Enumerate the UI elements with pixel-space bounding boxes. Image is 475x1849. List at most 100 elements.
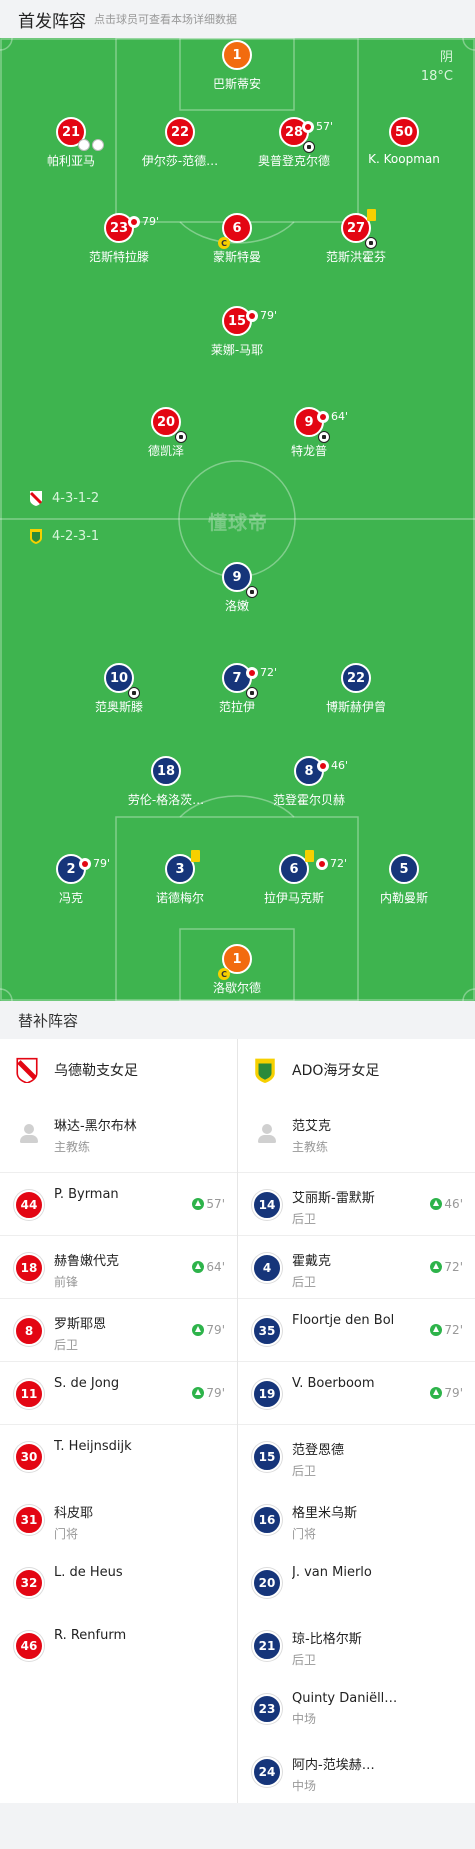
bench-name: 阿内-范埃赫… xyxy=(292,1758,375,1773)
bench-row[interactable]: 32 L. de Heus xyxy=(0,1551,237,1614)
home-player-20[interactable]: 20 德凯泽 xyxy=(104,407,228,459)
home-player-1[interactable]: 1 巴斯蒂安 xyxy=(175,40,299,92)
home-sub-event-9: 64' xyxy=(317,410,348,423)
away-player-5[interactable]: 5 内勒曼斯 xyxy=(342,854,466,906)
bench-position: 前锋 xyxy=(54,1275,79,1289)
away-player-22[interactable]: 22 博斯赫伊曾 xyxy=(294,663,418,715)
away-player-10[interactable]: 10 范奥斯滕 xyxy=(57,663,181,715)
bench-number: 19 xyxy=(252,1379,282,1409)
home-player-27[interactable]: 27 范斯洪霍芬 xyxy=(294,209,418,265)
sub-minute: 57' xyxy=(206,1197,225,1211)
avatar xyxy=(252,1118,282,1148)
bench-row[interactable]: 11 S. de Jong 79' xyxy=(0,1362,237,1425)
home-sub-event-28: 57' xyxy=(302,120,333,133)
sub-on-icon xyxy=(192,1324,205,1336)
away-player-18[interactable]: 18 劳伦-格洛茨… xyxy=(104,756,228,808)
home-player-6[interactable]: 6 C 蒙斯特曼 xyxy=(175,213,299,265)
goal-ball-icon xyxy=(318,431,330,443)
bench-row[interactable]: 4 霍戴克 后卫 72' xyxy=(238,1236,475,1299)
away-formation: 4-2-3-1 xyxy=(28,528,99,544)
bench-row[interactable]: 46 R. Renfurm xyxy=(0,1614,237,1677)
sub-minute: 57' xyxy=(316,120,334,133)
home-player-9[interactable]: 9 特龙普 xyxy=(247,407,371,459)
bench-position: 中场 xyxy=(292,1712,317,1726)
bench-row[interactable]: 23 Quinty Daniëll… 中场 xyxy=(238,1677,475,1740)
sub-off-icon xyxy=(317,759,329,772)
bench-name: Quinty Daniëll… xyxy=(292,1691,398,1706)
lineup-title: 首发阵容 xyxy=(18,11,86,32)
home-player-23[interactable]: 23 范斯特拉滕 xyxy=(57,213,181,265)
home-player-15[interactable]: 15 莱娜-马耶 xyxy=(175,306,299,358)
bench-row[interactable]: 20 J. van Mierlo xyxy=(238,1551,475,1614)
player-number: 1C xyxy=(218,944,252,980)
bench-row[interactable]: 19 V. Boerboom 79' xyxy=(238,1362,475,1425)
injury-icon xyxy=(78,139,90,151)
bench-row[interactable]: 14 艾丽斯-雷默斯 后卫 46' xyxy=(238,1173,475,1236)
bench-row[interactable]: 24 阿内-范埃赫… 中场 xyxy=(238,1740,475,1803)
bench-number: 11 xyxy=(14,1379,44,1409)
away-player-3[interactable]: 3 诺德梅尔 xyxy=(118,850,242,906)
player-name: K. Koopman xyxy=(368,152,440,166)
away-sub-event-2: 79' xyxy=(79,857,110,870)
player-name: 冯克 xyxy=(58,891,83,905)
player-name: 德凯泽 xyxy=(147,444,184,458)
away-player-2[interactable]: 2 冯克 xyxy=(9,854,133,906)
home-player-50[interactable]: 50 K. Koopman xyxy=(342,117,466,166)
away-player-7[interactable]: 7 范拉伊 xyxy=(175,663,299,715)
bench-row[interactable]: 8 罗斯耶恩 后卫 79' xyxy=(0,1299,237,1362)
bench-number: 15 xyxy=(252,1442,282,1472)
bench-number: 20 xyxy=(252,1568,282,1598)
sub-minute: 64' xyxy=(206,1260,225,1274)
player-number: 1 xyxy=(222,40,252,70)
bench-row[interactable]: 44 P. Byrman 57' xyxy=(0,1173,237,1236)
home-coach-row[interactable]: 琳达-黑尔布林 主教练 xyxy=(0,1101,237,1173)
bench-number: 46 xyxy=(14,1631,44,1661)
bench-row[interactable]: 31 科皮耶 门将 xyxy=(0,1488,237,1551)
away-player-8[interactable]: 8 范登霍尔贝赫 xyxy=(247,756,371,808)
bench-position: 后卫 xyxy=(292,1653,317,1667)
sub-minute: 72' xyxy=(444,1260,463,1274)
bench-row[interactable]: 15 范登恩德 后卫 xyxy=(238,1425,475,1488)
player-name: 博斯赫伊曾 xyxy=(325,700,386,714)
bench-number: 24 xyxy=(252,1757,282,1787)
home-player-28[interactable]: 28 奥普登克尔德 xyxy=(232,117,356,169)
player-name: 巴斯蒂安 xyxy=(212,77,261,91)
away-coach-row[interactable]: 范艾克 主教练 xyxy=(238,1101,475,1173)
home-team-header[interactable]: 乌德勒支女足 xyxy=(0,1039,237,1101)
player-name: 洛嫩 xyxy=(224,599,249,613)
yellow-card-icon xyxy=(367,209,376,221)
bench-row[interactable]: 21 琼-比格尔斯 后卫 xyxy=(238,1614,475,1677)
home-player-21[interactable]: 21 帕利亚马 xyxy=(9,117,133,169)
sub-on-icon xyxy=(430,1324,443,1336)
player-name: 帕利亚马 xyxy=(46,154,95,168)
player-name: 拉伊马克斯 xyxy=(263,891,324,905)
sub-off-icon xyxy=(246,666,258,679)
goal-ball-icon xyxy=(303,141,315,153)
away-player-1[interactable]: 1 C 洛歇尔德 xyxy=(175,944,299,996)
bench-row[interactable]: 30 T. Heijnsdijk xyxy=(0,1425,237,1488)
bench-row[interactable]: 16 格里米乌斯 门将 xyxy=(238,1488,475,1551)
sub-minute: 79' xyxy=(260,309,278,322)
bench-name: 琼-比格尔斯 xyxy=(292,1632,362,1647)
sub-off-icon xyxy=(317,410,329,423)
home-sub-event-15: 79' xyxy=(246,309,277,322)
bench-row[interactable]: 18 赫鲁嫩代克 前锋 64' xyxy=(0,1236,237,1299)
bench-row[interactable]: 35 Floortje den Bol 72' xyxy=(238,1299,475,1362)
away-team-header[interactable]: ADO海牙女足 xyxy=(238,1039,475,1101)
sub-off-icon xyxy=(79,857,91,870)
bench-name: V. Boerboom xyxy=(292,1376,375,1391)
ado-crest-icon xyxy=(30,529,42,544)
sub-minute: 79' xyxy=(142,215,160,228)
sub-on-icon xyxy=(430,1261,443,1273)
away-team-name: ADO海牙女足 xyxy=(292,1063,380,1079)
bench-number: 14 xyxy=(252,1190,282,1220)
away-player-9[interactable]: 9 洛嫩 xyxy=(175,562,299,614)
sub-on-icon xyxy=(192,1198,205,1210)
sub-minute: 46' xyxy=(444,1197,463,1211)
bench-position: 后卫 xyxy=(54,1338,79,1352)
bench-number: 35 xyxy=(252,1316,282,1346)
home-player-22[interactable]: 22 伊尔莎-范德… xyxy=(118,117,242,169)
sub-off-icon xyxy=(302,120,314,133)
player-number: 9 xyxy=(222,562,258,598)
player-name: 内勒曼斯 xyxy=(379,891,428,905)
